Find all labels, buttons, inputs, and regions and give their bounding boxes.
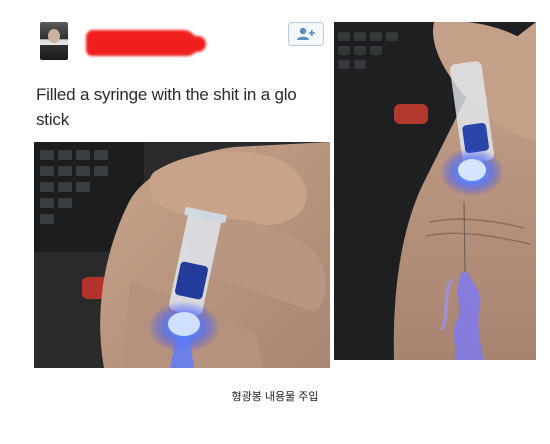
syringe-hand-illustration — [34, 142, 330, 368]
follow-button[interactable] — [288, 22, 324, 46]
caption: 형광봉 내용물 주입 — [231, 391, 319, 403]
avatar[interactable] — [40, 22, 68, 60]
photo-wrist-glow — [334, 22, 536, 360]
photo-hand-syringe — [34, 142, 330, 368]
add-user-icon — [297, 27, 315, 40]
post-text: Filled a syringe with the shit in a glo … — [36, 85, 297, 129]
social-post: Filled a syringe with the shit in a glo … — [34, 12, 330, 368]
redacted-username — [86, 30, 206, 56]
wrist-glow-illustration — [334, 22, 536, 360]
post-header — [34, 12, 330, 67]
avatar-face — [48, 29, 60, 43]
